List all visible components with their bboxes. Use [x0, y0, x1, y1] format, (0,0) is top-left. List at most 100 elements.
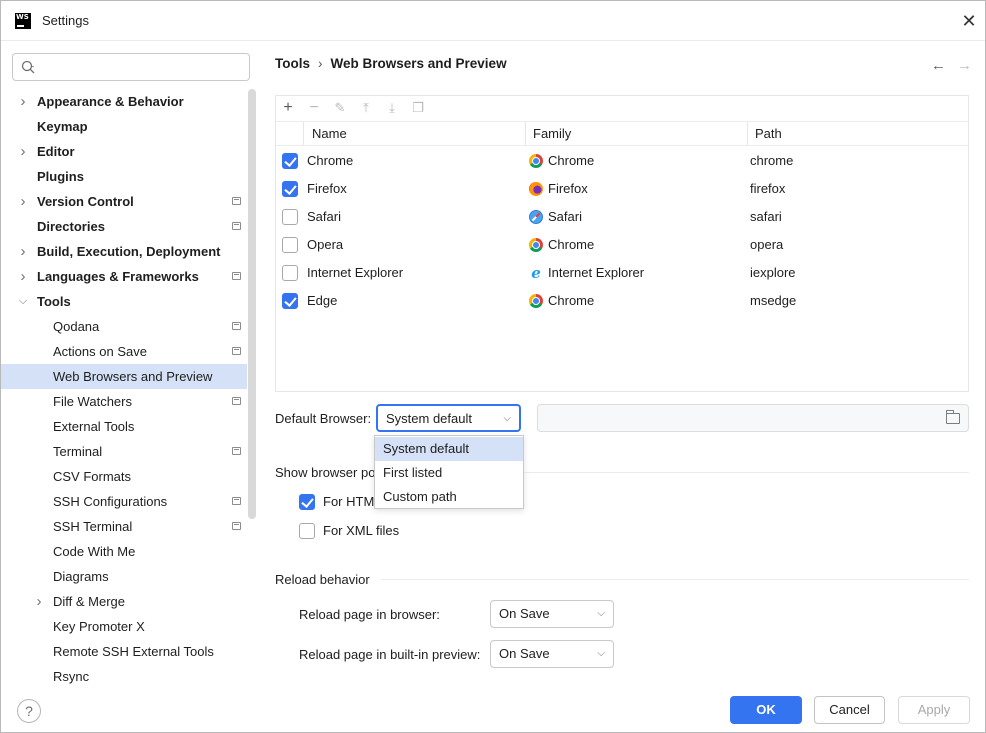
tree-item[interactable]: File Watchers — [1, 389, 247, 414]
apply-button[interactable]: Apply — [898, 696, 970, 724]
browser-name-cell: Edge — [307, 293, 338, 308]
browser-path-cell[interactable]: safari — [750, 203, 782, 231]
table-row[interactable]: Opera Chrome opera — [276, 231, 968, 259]
close-icon[interactable]: ✕ — [959, 11, 979, 31]
table-row[interactable]: Internet Explorer e Internet Explorer iexpl… — [276, 259, 968, 287]
browser-active-checkbox[interactable] — [282, 209, 298, 225]
remove-icon[interactable]: − — [305, 99, 323, 117]
tree-item[interactable]: Code With Me — [1, 539, 247, 564]
tree-item[interactable]: Plugins — [1, 164, 247, 189]
tree-item[interactable]: Qodana — [1, 314, 247, 339]
chevron-right-icon[interactable]: › — [33, 589, 45, 614]
tree-item[interactable]: › Build, Execution, Deployment — [1, 239, 247, 264]
tree-item[interactable]: CSV Formats — [1, 464, 247, 489]
browser-active-checkbox[interactable] — [282, 153, 298, 169]
browser-family-cell[interactable]: Internet Explorer — [548, 259, 644, 287]
tree-item[interactable]: Diagrams — [1, 564, 247, 589]
column-header-name[interactable]: Name — [312, 122, 347, 145]
reload-preview-select[interactable]: On Save ⌵ — [490, 640, 614, 668]
for-xml-checkbox-row[interactable]: For XML files — [299, 522, 499, 542]
tree-item[interactable]: SSH Terminal — [1, 514, 247, 539]
option-first-listed[interactable]: First listed — [375, 461, 523, 485]
column-header-path[interactable]: Path — [755, 122, 782, 145]
tree-item[interactable]: Remote SSH External Tools — [1, 639, 247, 664]
tree-item[interactable]: Rsync — [1, 664, 247, 684]
tree-item[interactable]: Keymap — [1, 114, 247, 139]
tree-item[interactable]: Terminal — [1, 439, 247, 464]
search-input[interactable] — [43, 58, 243, 76]
option-custom-path[interactable]: Custom path — [375, 485, 523, 509]
browser-family-cell[interactable]: Safari — [548, 203, 582, 231]
project-scope-icon — [232, 347, 241, 355]
for-html-checkbox[interactable] — [299, 494, 315, 510]
column-divider — [747, 122, 748, 145]
tree-item-label: Appearance & Behavior — [37, 94, 184, 109]
tree-item[interactable]: › Appearance & Behavior — [1, 89, 247, 114]
reload-browser-select[interactable]: On Save ⌵ — [490, 600, 614, 628]
table-row[interactable]: Edge Chrome msedge — [276, 287, 968, 315]
cancel-button[interactable]: Cancel — [814, 696, 885, 724]
tree-item-label: Directories — [37, 219, 105, 234]
browser-active-checkbox[interactable] — [282, 181, 298, 197]
sidebar-scrollbar[interactable] — [248, 89, 256, 519]
column-divider — [303, 122, 304, 145]
column-header-family[interactable]: Family — [533, 122, 571, 145]
tree-item-label: Diagrams — [53, 569, 109, 584]
add-icon[interactable]: + — [279, 99, 297, 117]
settings-search[interactable] — [12, 53, 250, 81]
ok-button[interactable]: OK — [730, 696, 802, 724]
tree-item[interactable]: Web Browsers and Preview — [1, 364, 247, 389]
tree-item[interactable]: ⌵ Tools — [1, 289, 247, 314]
tree-item-label: Languages & Frameworks — [37, 269, 199, 284]
dialog-footer: ? OK Cancel Apply — [1, 684, 985, 732]
forward-arrow-icon[interactable]: → — [957, 57, 972, 74]
browser-family-cell[interactable]: Firefox — [548, 175, 588, 203]
browser-active-checkbox[interactable] — [282, 293, 298, 309]
browser-path-cell[interactable]: opera — [750, 231, 783, 259]
back-arrow-icon[interactable]: ← — [931, 57, 946, 74]
chevron-down-icon: ⌵ — [503, 413, 511, 424]
tree-item[interactable]: Directories — [1, 214, 247, 239]
table-row[interactable]: Firefox Firefox firefox — [276, 175, 968, 203]
move-down-icon[interactable]: ⤓ — [383, 99, 401, 117]
tree-item[interactable]: External Tools — [1, 414, 247, 439]
tree-item[interactable]: › Editor — [1, 139, 247, 164]
browsers-toolbar: + − ✎ ⤒ ⤓ ❐ — [276, 96, 968, 121]
tree-item[interactable]: › Diff & Merge — [1, 589, 247, 614]
folder-icon[interactable] — [946, 410, 960, 424]
tree-item[interactable]: › Version Control — [1, 189, 247, 214]
chevron-right-icon[interactable]: › — [17, 264, 29, 289]
edit-icon[interactable]: ✎ — [331, 99, 349, 117]
browser-path-field[interactable] — [537, 404, 969, 432]
browser-path-cell[interactable]: firefox — [750, 175, 785, 203]
breadcrumb-parent[interactable]: Tools — [275, 56, 310, 71]
copy-icon[interactable]: ❐ — [409, 99, 427, 117]
project-scope-icon — [232, 497, 241, 505]
chevron-right-icon[interactable]: › — [17, 139, 29, 164]
browser-path-cell[interactable]: msedge — [750, 287, 796, 315]
tree-item[interactable]: Actions on Save — [1, 339, 247, 364]
browser-path-cell[interactable]: chrome — [750, 147, 793, 175]
for-xml-checkbox[interactable] — [299, 523, 315, 539]
browser-family-cell[interactable]: Chrome — [548, 147, 594, 175]
browser-family-cell[interactable]: Chrome — [548, 287, 594, 315]
chevron-right-icon[interactable]: › — [17, 89, 29, 114]
move-up-icon[interactable]: ⤒ — [357, 99, 375, 117]
table-row[interactable]: Chrome Chrome chrome — [276, 147, 968, 175]
chevron-right-icon[interactable]: › — [17, 239, 29, 264]
browser-path-cell[interactable]: iexplore — [750, 259, 796, 287]
default-browser-select[interactable]: System default ⌵ — [376, 404, 521, 432]
tree-item[interactable]: › Languages & Frameworks — [1, 264, 247, 289]
help-icon[interactable]: ? — [17, 699, 41, 723]
tree-item[interactable]: Key Promoter X — [1, 614, 247, 639]
browser-active-checkbox[interactable] — [282, 237, 298, 253]
browser-active-checkbox[interactable] — [282, 265, 298, 281]
reload-browser-label: Reload page in browser: — [299, 607, 440, 622]
tree-item[interactable]: SSH Configurations — [1, 489, 247, 514]
chevron-down-icon[interactable]: ⌵ — [17, 289, 29, 314]
tree-item-label: Keymap — [37, 119, 88, 134]
chevron-right-icon[interactable]: › — [17, 189, 29, 214]
option-system-default[interactable]: System default — [375, 437, 523, 461]
table-row[interactable]: Safari Safari safari — [276, 203, 968, 231]
browser-family-cell[interactable]: Chrome — [548, 231, 594, 259]
